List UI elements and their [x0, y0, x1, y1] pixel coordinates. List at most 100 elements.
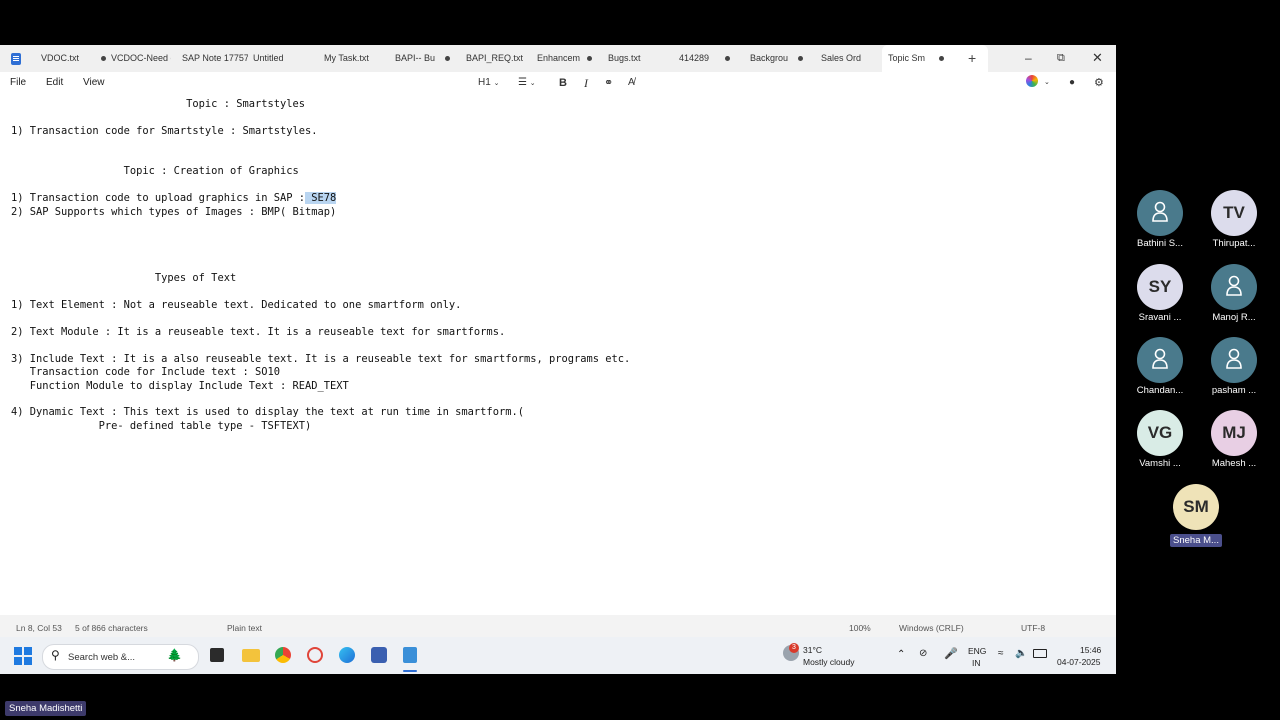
chevron-down-icon: ⌄ — [493, 80, 500, 87]
notepad-taskbar-icon[interactable] — [403, 647, 417, 663]
editor-line: Types of Text — [11, 272, 236, 284]
search-box[interactable]: ⚲ Search web &... 🌲 — [42, 644, 199, 670]
participant-name: Bathini S... — [1137, 238, 1183, 249]
person-icon — [1226, 275, 1242, 296]
avatar — [1211, 337, 1257, 383]
network-off-icon[interactable]: ⊘ — [919, 648, 927, 659]
microphone-icon[interactable]: 🎤 — [944, 647, 958, 660]
maximize-icon[interactable]: ⧉ — [1057, 49, 1065, 67]
unsaved-dot-icon[interactable] — [101, 56, 106, 61]
edge-icon[interactable] — [339, 647, 355, 663]
participant-name: pasham ... — [1211, 385, 1257, 396]
participant-tile[interactable]: TV Thirupat... — [1194, 190, 1274, 249]
file-explorer-icon[interactable] — [242, 649, 260, 662]
link-icon[interactable]: ⚭ — [604, 76, 613, 90]
copilot-chevron-icon[interactable]: ⌄ — [1044, 76, 1050, 90]
editor-line-text: Transaction code for Include text : SO10 — [11, 366, 280, 378]
close-icon[interactable]: ✕ — [1092, 49, 1103, 67]
menu-bar: File Edit View H1 ⌄ ☰ ⌄ B I ⚭ A̸ ⌄ ● ⚙ — [0, 72, 1116, 94]
editor-line: 4) Dynamic Text : This text is used to d… — [11, 406, 524, 418]
participant-tile[interactable]: SY Sravani ... — [1120, 264, 1200, 323]
participant-tile[interactable]: VG Vamshi ... — [1120, 410, 1200, 469]
editor-line: 1) Transaction code to upload graphics i… — [11, 192, 337, 204]
clock-date[interactable]: 04-07-2025 — [1057, 657, 1100, 667]
zoom-level[interactable]: 100% — [849, 623, 871, 633]
text-format[interactable]: Plain text — [227, 623, 262, 633]
battery-icon[interactable] — [1033, 649, 1047, 658]
line-ending[interactable]: Windows (CRLF) — [899, 623, 964, 633]
avatar-initials: SY — [1148, 277, 1172, 296]
bold-icon[interactable]: B — [559, 76, 567, 90]
wifi-icon[interactable]: ≈ — [998, 648, 1004, 659]
editor-line-text: 3) Include Text : It is a also reuseable… — [11, 353, 631, 365]
participant-name: Vamshi ... — [1139, 458, 1181, 469]
participant-tile[interactable]: Bathini S... — [1120, 190, 1200, 249]
participant-name: Thirupat... — [1212, 238, 1256, 249]
character-count: 5 of 866 characters — [75, 623, 148, 633]
tab-label: My Task.txt — [324, 53, 369, 63]
participant-tile[interactable]: SM Sneha M... — [1156, 484, 1236, 548]
notepad-icon — [11, 53, 21, 65]
weather-desc: Mostly cloudy — [803, 657, 855, 667]
participant-tile[interactable]: Manoj R... — [1194, 264, 1274, 323]
unsaved-dot-icon[interactable] — [587, 56, 592, 61]
participant-name: Mahesh ... — [1211, 458, 1257, 469]
participant-name: Sravani ... — [1138, 312, 1182, 323]
heading-dropdown[interactable]: H1 ⌄ — [478, 76, 499, 91]
italic-icon[interactable]: I — [584, 76, 588, 90]
settings-gear-icon[interactable]: ⚙ — [1094, 76, 1104, 90]
editor-line-text: Types of Text — [11, 272, 237, 284]
windows-start-icon[interactable] — [14, 647, 32, 665]
editor-line: Transaction code for Include text : SO10 — [11, 366, 280, 378]
language-line1[interactable]: ENG — [968, 646, 986, 656]
list-icon[interactable]: ☰ ⌄ — [518, 76, 536, 91]
editor-line: 2) SAP Supports which types of Images : … — [11, 206, 336, 218]
language-line2[interactable]: IN — [972, 658, 981, 668]
editor-line: 3) Include Text : It is a also reuseable… — [11, 353, 630, 365]
editor-line-text: 1) Text Element : Not a reuseable text. … — [11, 299, 462, 311]
clock-time[interactable]: 15:46 — [1080, 645, 1101, 655]
encoding[interactable]: UTF-8 — [1021, 623, 1045, 633]
participant-name: Sneha M... — [1170, 534, 1222, 547]
menu-view[interactable]: View — [83, 77, 105, 88]
tab-label: 414289 — [679, 53, 710, 63]
unsaved-dot-icon[interactable] — [798, 56, 803, 61]
avatar-initials: TV — [1223, 203, 1245, 222]
weather-badge: 3 — [789, 643, 799, 653]
menu-edit[interactable]: Edit — [46, 77, 63, 88]
participant-name: Manoj R... — [1212, 312, 1256, 323]
copilot-icon[interactable] — [1026, 75, 1038, 87]
volume-icon[interactable]: 🔈 — [1015, 648, 1027, 659]
sap-gui-icon[interactable] — [371, 647, 387, 663]
minimize-icon[interactable]: – — [1025, 49, 1032, 67]
new-tab-plus-icon[interactable]: + — [968, 49, 976, 67]
weather-temp: 31°C — [803, 645, 822, 655]
selected-text: SE78 — [305, 192, 337, 204]
task-view-icon[interactable] — [210, 648, 224, 662]
editor-line: Topic : Creation of Graphics — [11, 165, 299, 177]
participant-tile[interactable]: Chandan... — [1120, 337, 1200, 396]
avatar-initials: MJ — [1222, 423, 1246, 442]
tab-label: BAPI-- Bu — [395, 53, 436, 63]
weather-cloud-icon[interactable]: 3 — [783, 643, 799, 661]
unsaved-dot-icon[interactable] — [445, 56, 450, 61]
menu-file[interactable]: File — [10, 77, 26, 88]
editor-line-text: 4) Dynamic Text : This text is used to d… — [11, 406, 524, 418]
text-editor[interactable]: Topic : Smartstyles 1) Transaction code f… — [0, 94, 1116, 615]
chrome-icon[interactable] — [275, 647, 291, 663]
avatar-initials: VG — [1147, 423, 1173, 442]
chevron-up-icon[interactable]: ⌃ — [897, 649, 905, 660]
active-app-indicator — [403, 670, 417, 672]
account-icon[interactable]: ● — [1069, 76, 1075, 90]
cursor-position: Ln 8, Col 53 — [16, 623, 62, 633]
clear-formatting-icon[interactable]: A̸ — [628, 76, 635, 90]
unsaved-dot-icon[interactable] — [939, 56, 944, 61]
avatar — [1137, 337, 1183, 383]
participant-tile[interactable]: MJ Mahesh ... — [1194, 410, 1274, 469]
avatar: SY — [1137, 264, 1183, 310]
participant-tile[interactable]: pasham ... — [1194, 337, 1274, 396]
editor-line: Function Module to display Include Text … — [11, 380, 349, 392]
mcafee-icon[interactable] — [307, 647, 323, 663]
tab-label: VDOC.txt — [41, 53, 80, 63]
unsaved-dot-icon[interactable] — [725, 56, 730, 61]
